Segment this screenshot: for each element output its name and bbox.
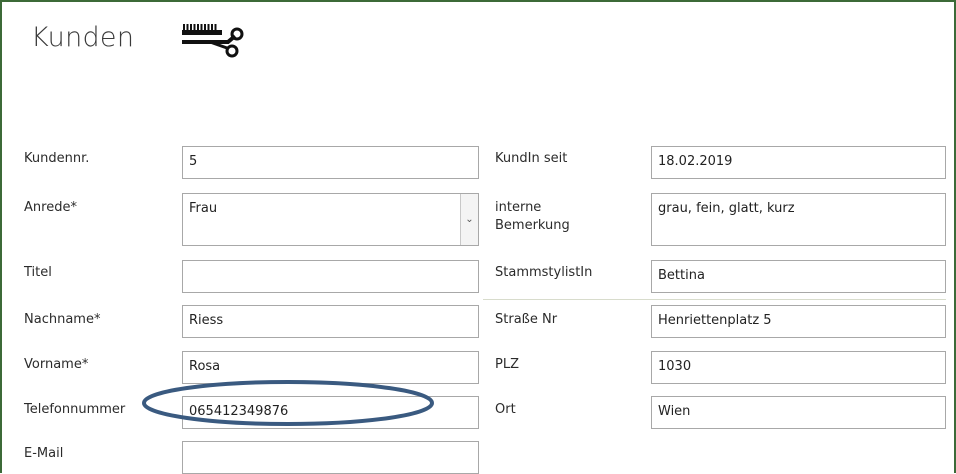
telefonnummer-field[interactable]: 065412349876	[182, 396, 479, 429]
label-interne-bemerkung: interne Bemerkung	[495, 200, 570, 233]
label-ort: Ort	[495, 402, 516, 417]
page-title: Kunden	[31, 22, 135, 53]
label-plz: PLZ	[495, 357, 519, 372]
label-anrede: Anrede*	[24, 200, 77, 215]
stammstylistin-field[interactable]: Bettina	[651, 260, 946, 293]
nachname-field[interactable]: Riess	[182, 305, 479, 338]
label-strasse-nr: Straße Nr	[495, 312, 558, 327]
label-kundennr: Kundennr.	[24, 151, 90, 166]
vorname-field[interactable]: Rosa	[182, 351, 479, 384]
label-vorname: Vorname*	[24, 357, 89, 372]
chevron-down-icon: ⌄	[465, 214, 474, 225]
kundin-seit-field[interactable]: 18.02.2019	[651, 146, 946, 179]
dropdown-button[interactable]: ⌄	[460, 194, 478, 245]
anrede-select[interactable]: Frau ⌄	[182, 193, 479, 246]
label-email: E-Mail	[24, 446, 64, 461]
comb-scissors-icon	[182, 24, 244, 58]
email-field[interactable]	[182, 441, 479, 474]
section-divider	[483, 299, 946, 300]
titel-field[interactable]	[182, 260, 479, 293]
ort-field[interactable]: Wien	[651, 396, 946, 429]
label-titel: Titel	[24, 265, 52, 280]
kundennr-field[interactable]: 5	[182, 146, 479, 179]
label-nachname: Nachname*	[24, 312, 101, 327]
interne-bemerkung-field[interactable]: grau, fein, glatt, kurz	[651, 193, 946, 246]
strasse-nr-field[interactable]: Henriettenplatz 5	[651, 305, 946, 338]
anrede-selected-value: Frau	[189, 201, 218, 216]
plz-field[interactable]: 1030	[651, 351, 946, 384]
label-kundin-seit: KundIn seit	[495, 151, 568, 166]
label-telefonnummer: Telefonnummer	[24, 402, 126, 417]
label-stammstylistin: StammstylistIn	[495, 265, 593, 280]
